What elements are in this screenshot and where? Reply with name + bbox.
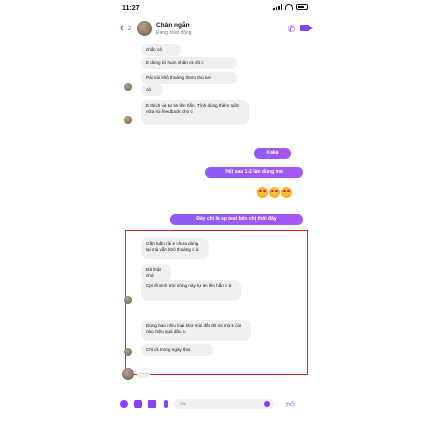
heart-eyes-icon bbox=[257, 187, 268, 198]
message-in: Cpi đi xinh trời nóng này tự tin lên hẳn… bbox=[141, 280, 241, 301]
phone-icon[interactable]: ✆ bbox=[287, 24, 295, 35]
message-input[interactable]: Aa bbox=[174, 399, 274, 409]
message-in: Dùng bao nhiu loại khử mùi đắt đỏ rùi mà… bbox=[141, 320, 251, 341]
status-time: 11:27 bbox=[122, 5, 140, 12]
avatar[interactable] bbox=[137, 21, 152, 36]
mic-icon[interactable] bbox=[164, 400, 168, 408]
smile-icon[interactable] bbox=[264, 401, 270, 407]
message-in: E thích và tự tin lên hẳn. Tính dùng thê… bbox=[141, 100, 249, 125]
status-bar: 11:27 bbox=[0, 0, 434, 16]
message-in: Gần tuần rùi e chưa dùng lại mà vẫn khô … bbox=[141, 238, 209, 259]
heart-eyes-icon bbox=[269, 187, 280, 198]
status-icons bbox=[273, 4, 308, 10]
avatar bbox=[122, 368, 134, 380]
back-count[interactable]: 2 bbox=[128, 26, 131, 32]
message-input-placeholder: Aa bbox=[180, 401, 186, 406]
message-out: Kaka bbox=[254, 148, 291, 159]
battery-icon bbox=[296, 4, 308, 10]
emoji-reaction bbox=[257, 187, 292, 198]
message-in: Pải nói khô thoáng thơm tho lun bbox=[141, 72, 237, 84]
message-out: Đây chỉ là sp test bên chị thôi đây bbox=[170, 214, 303, 225]
composer: Aa 👍︎ bbox=[120, 396, 314, 412]
chat-header: ‹ 2 Chân ngắn Đang hoạt động ✆ bbox=[120, 18, 314, 42]
message-in: chắc cả bbox=[141, 44, 181, 56]
contact-status: Đang hoạt động bbox=[156, 30, 192, 36]
contact-name[interactable]: Chân ngắn bbox=[156, 22, 190, 29]
typing-indicator: ··· bbox=[137, 372, 150, 378]
message-in: cả bbox=[141, 84, 163, 96]
camera-icon[interactable] bbox=[134, 400, 142, 408]
heart-eyes-icon bbox=[281, 187, 292, 198]
avatar bbox=[124, 296, 132, 304]
image-icon[interactable] bbox=[148, 400, 156, 408]
thumbs-up-icon[interactable]: 👍︎ bbox=[286, 399, 295, 410]
message-in: E dùng từ hum nhận ck đó c bbox=[141, 57, 237, 69]
message-in: Chỉ ck trong ngày thui bbox=[141, 344, 213, 356]
avatar bbox=[124, 116, 132, 124]
plus-circle-icon[interactable] bbox=[120, 400, 128, 408]
chevron-left-icon[interactable]: ‹ bbox=[120, 22, 124, 34]
avatar bbox=[124, 83, 132, 91]
message-out: Hết sau 1-2 lần dùng mà bbox=[205, 167, 303, 178]
signal-icon bbox=[273, 4, 282, 10]
video-icon[interactable] bbox=[300, 25, 313, 31]
avatar bbox=[124, 348, 132, 356]
wifi-icon bbox=[285, 4, 293, 10]
